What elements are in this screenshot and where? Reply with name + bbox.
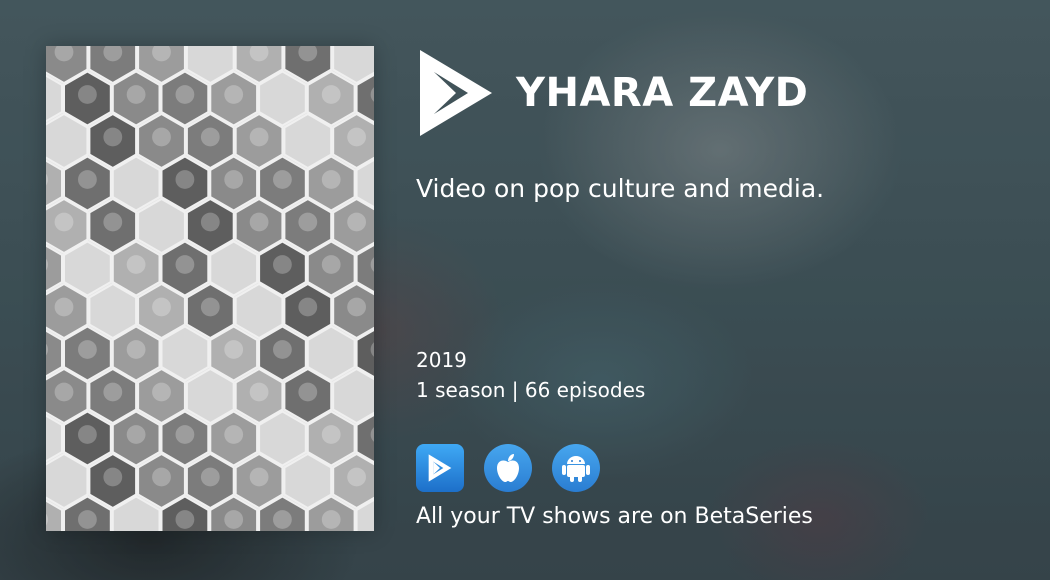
- poster-hexagon-portrait: [200, 127, 220, 147]
- poster-hexagon-portrait: [347, 297, 366, 317]
- apple-icon: [497, 454, 519, 482]
- poster-hexagon-portrait: [321, 510, 341, 529]
- poster-hexagon-portrait: [273, 170, 292, 189]
- betaseries-app-icon: [428, 454, 452, 482]
- poster-hexagon-portrait: [249, 127, 269, 147]
- poster-hexagon-portrait: [200, 297, 220, 317]
- poster-hexagon-portrait: [249, 467, 269, 487]
- poster-hexagon-portrait: [200, 467, 220, 487]
- show-seasons-episodes: 1 season | 66 episodes: [416, 378, 646, 402]
- app-store-links: [416, 444, 600, 492]
- show-title: YHARA ZAYD: [516, 70, 809, 116]
- poster-hexagon-portrait: [78, 170, 97, 189]
- poster-hexagon-portrait: [54, 297, 74, 317]
- poster-hexagon-portrait: [175, 425, 195, 444]
- poster-hexagon-portrait: [152, 127, 171, 147]
- poster-hexagon-portrait: [103, 467, 123, 487]
- poster-hexagon-portrait: [126, 340, 146, 359]
- poster-hexagon-portrait: [175, 510, 195, 529]
- poster-hexagon-portrait: [224, 510, 244, 529]
- poster-hexagon-portrait: [175, 170, 195, 189]
- poster-hexagon-portrait: [175, 255, 195, 274]
- android-app-button[interactable]: [552, 444, 600, 492]
- poster-hexagon-collage: [46, 46, 374, 531]
- poster-hexagon-portrait: [54, 382, 74, 402]
- poster-hexagon-portrait: [298, 297, 318, 317]
- poster-hexagon-portrait: [298, 382, 318, 402]
- poster-hexagon-portrait: [273, 340, 292, 359]
- poster-hexagon-portrait: [273, 255, 292, 274]
- poster-hexagon-portrait: [273, 510, 292, 529]
- poster-hexagon-portrait: [126, 425, 146, 444]
- poster-hexagon-portrait: [347, 127, 366, 147]
- poster-hexagon-portrait: [126, 85, 146, 104]
- poster-hexagon-portrait: [152, 382, 171, 402]
- poster-hexagon-portrait: [321, 170, 341, 189]
- poster-hexagon-portrait: [152, 297, 171, 317]
- poster-hexagon-portrait: [103, 127, 123, 147]
- betaseries-app-button[interactable]: [416, 444, 464, 492]
- betaseries-logo-icon: [420, 50, 492, 136]
- poster-hexagon: [332, 367, 374, 425]
- show-header: YHARA ZAYD: [416, 48, 808, 138]
- poster-hexagon-portrait: [78, 510, 97, 529]
- poster-hexagon-portrait: [103, 212, 123, 232]
- betaseries-tagline: All your TV shows are on BetaSeries: [416, 504, 813, 529]
- poster-hexagon-portrait: [347, 212, 366, 232]
- poster-hexagon-portrait: [298, 212, 318, 232]
- poster-hexagon-portrait: [78, 340, 97, 359]
- show-year: 2019: [416, 348, 467, 372]
- poster-hexagon-portrait: [224, 340, 244, 359]
- poster-hexagon-portrait: [224, 425, 244, 444]
- poster-hexagon-portrait: [249, 212, 269, 232]
- poster-hexagon-portrait: [78, 85, 97, 104]
- poster-hexagon-portrait: [126, 255, 146, 274]
- poster-hexagon-portrait: [321, 425, 341, 444]
- android-icon: [562, 456, 590, 482]
- apple-app-button[interactable]: [484, 444, 532, 492]
- show-poster[interactable]: [46, 46, 374, 531]
- poster-hexagon-portrait: [54, 212, 74, 232]
- poster-hexagon-portrait: [249, 382, 269, 402]
- poster-hexagon-portrait: [152, 467, 171, 487]
- poster-hexagon-portrait: [224, 170, 244, 189]
- poster-hexagon-portrait: [200, 212, 220, 232]
- show-description: Video on pop culture and media.: [416, 174, 825, 203]
- poster-hexagon-portrait: [103, 382, 123, 402]
- poster-hexagon-portrait: [78, 425, 97, 444]
- poster-hexagon-portrait: [224, 85, 244, 104]
- poster-hexagon-portrait: [321, 85, 341, 104]
- poster-hexagon-portrait: [347, 467, 366, 487]
- poster-hexagon-portrait: [321, 255, 341, 274]
- poster-hexagon-portrait: [175, 85, 195, 104]
